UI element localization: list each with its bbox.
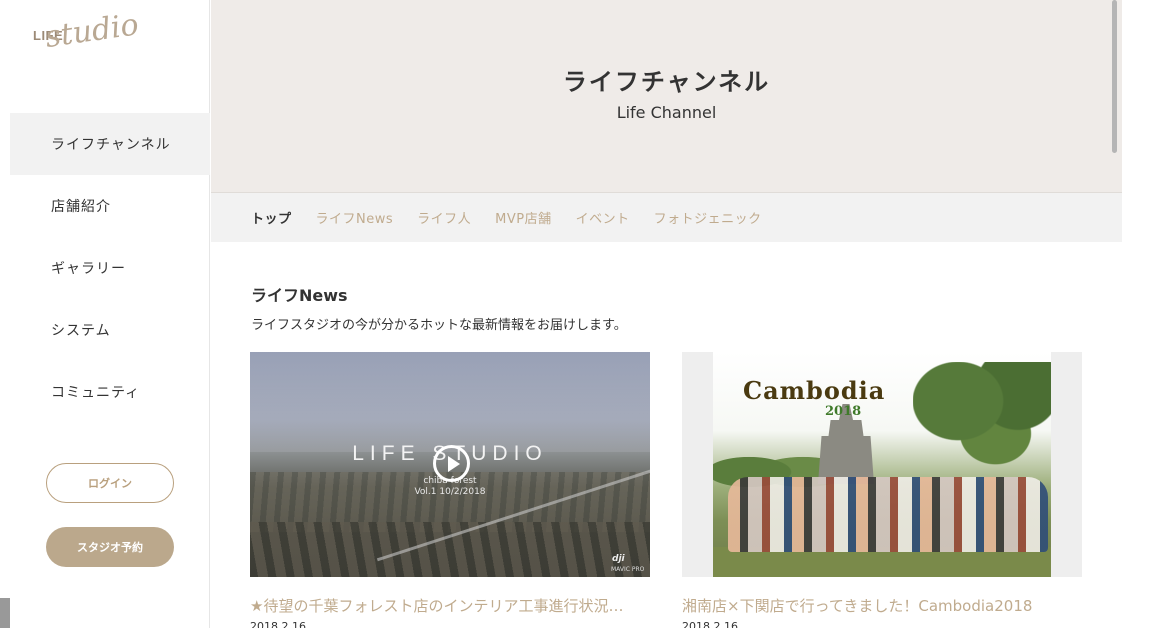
photo-overlay-year: 2018 (825, 404, 862, 419)
hero-banner: ライフチャンネル Life Channel (211, 0, 1122, 193)
login-button[interactable]: ログイン (46, 463, 174, 503)
tab-mvp-stores[interactable]: MVP店舗 (495, 208, 551, 227)
video-overlay-caption: Vol.1 10/2/2018 (414, 487, 486, 497)
scrollbar-thumb[interactable] (1112, 0, 1117, 153)
card-title-link[interactable]: 湘南店×下関店で行ってきました！Cambodia2018 (682, 595, 1082, 616)
card-title-link[interactable]: ★待望の千葉フォレスト店のインテリア工事進行状況… (250, 595, 650, 616)
tab-photogenic[interactable]: フォトジェニック (654, 208, 762, 227)
life-studio-logo[interactable]: LIFE studio (32, 7, 152, 86)
group-photo: Cambodia 2018 (713, 352, 1051, 577)
channel-tabs: トップ ライフNews ライフ人 MVP店舗 イベント フォトジェニック (211, 193, 1122, 242)
logo-studio-text: studio (43, 7, 141, 56)
sidebar-item-system[interactable]: システム (10, 299, 210, 361)
page-title: ライフチャンネル (562, 68, 771, 96)
dji-logo: dji (612, 554, 625, 564)
section-title: ライフNews (251, 286, 348, 305)
news-card: Cambodia 2018 湘南店×下関店で行ってきました！Cambodia20… (682, 352, 1082, 628)
tab-top[interactable]: トップ (251, 208, 292, 227)
tab-events[interactable]: イベント (576, 208, 630, 227)
sidebar-item-stores[interactable]: 店舗紹介 (10, 175, 210, 237)
sidebar-item-gallery[interactable]: ギャラリー (10, 237, 210, 299)
page-subtitle: Life Channel (616, 103, 717, 122)
sidebar-item-community[interactable]: コミュニティ (10, 361, 210, 423)
studio-reserve-button[interactable]: スタジオ予約 (46, 527, 174, 567)
video-thumbnail[interactable]: LIFE STUDIO chiba forest Vol.1 10/2/2018… (250, 352, 650, 577)
play-triangle (447, 455, 460, 472)
corner-tab[interactable] (0, 598, 10, 628)
palm-trees (913, 362, 1051, 492)
sidebar-item-life-channel[interactable]: ライフチャンネル (10, 113, 210, 175)
tab-life-people[interactable]: ライフ人 (417, 208, 471, 227)
sidebar-nav: ライフチャンネル 店舗紹介 ギャラリー システム コミュニティ (10, 113, 210, 423)
section-description: ライフスタジオの今が分かるホットな最新情報をお届けします。 (251, 318, 627, 333)
play-icon[interactable] (433, 445, 470, 482)
landscape-near (250, 522, 650, 577)
card-date: 2018.2.16 (682, 620, 738, 628)
sky-haze (250, 352, 650, 452)
photo-thumbnail[interactable]: Cambodia 2018 (682, 352, 1082, 577)
photo-overlay-text: Cambodia (743, 376, 886, 405)
group-of-people (728, 477, 1048, 552)
news-card: LIFE STUDIO chiba forest Vol.1 10/2/2018… (250, 352, 650, 628)
sidebar: LIFE studio ライフチャンネル 店舗紹介 ギャラリー システム コミュ… (0, 0, 210, 628)
tab-life-news[interactable]: ライフNews (316, 208, 394, 227)
card-date: 2018.2.16 (250, 620, 306, 628)
model-watermark: MAVIC PRO (611, 566, 645, 573)
